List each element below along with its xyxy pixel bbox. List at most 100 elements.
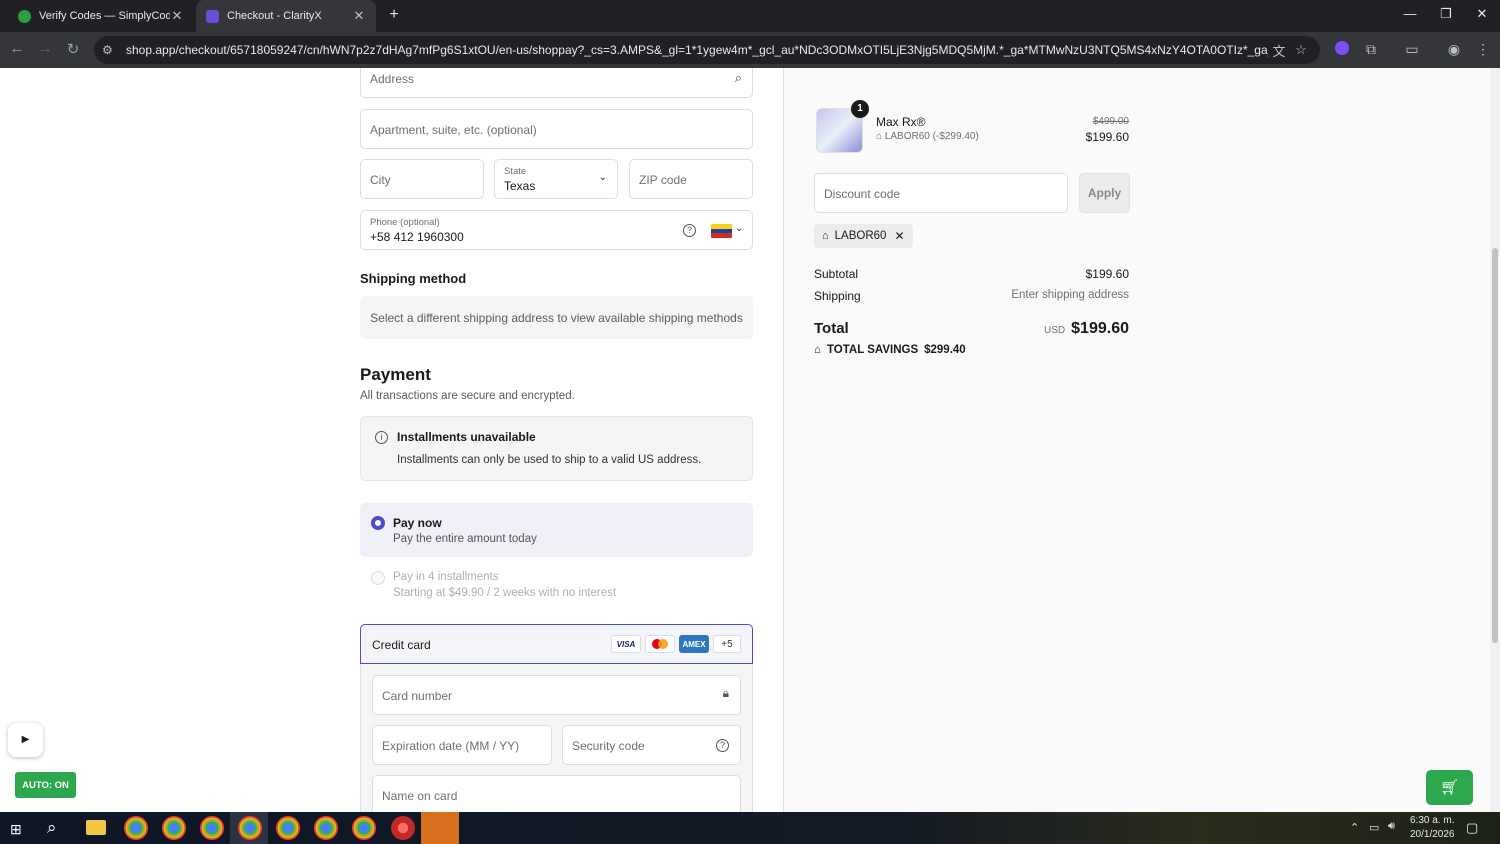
shipping-method-notice-text: Select a different shipping address to v… xyxy=(370,310,743,325)
quantity-badge: 1 xyxy=(851,100,869,118)
savings-label: TOTAL SAVINGS xyxy=(826,344,919,356)
minimize-button[interactable]: — xyxy=(1398,6,1422,21)
name-on-card-field[interactable]: Name on card xyxy=(372,775,741,812)
product-discount: ⌂ LABOR60 (-$299.40) xyxy=(876,131,979,142)
pay-now-radio[interactable] xyxy=(371,516,385,530)
app-icon[interactable] xyxy=(421,812,459,844)
chrome-icon[interactable] xyxy=(352,816,376,840)
currency-label: USD xyxy=(1044,325,1066,336)
pay-installments-option[interactable]: Pay in 4 installments Starting at $49.90… xyxy=(360,563,753,605)
chevron-down-icon: ⌄ xyxy=(598,172,607,183)
close-window-button[interactable]: ✕ xyxy=(1470,6,1494,22)
cart-icon[interactable]: 🛒︎ xyxy=(1426,770,1473,805)
card-number-placeholder: Card number xyxy=(382,689,453,703)
zip-field[interactable]: ZIP code xyxy=(629,159,753,199)
network-icon[interactable]: ▭ xyxy=(1369,821,1379,834)
clock-time[interactable]: 6:30 a. m. xyxy=(1410,815,1454,826)
back-button[interactable]: ← xyxy=(6,40,28,57)
new-tab-button[interactable]: + xyxy=(384,6,404,24)
total-amount: USD $199.60 xyxy=(1044,320,1129,338)
menu-icon[interactable]: ⋮ xyxy=(1472,41,1494,58)
credit-card-option[interactable]: Credit card VISA AMEX +5 xyxy=(360,624,753,664)
country-chevron-down-icon[interactable]: ⌄ xyxy=(735,223,743,234)
tab-checkout[interactable]: Checkout - ClarityX ✕ xyxy=(196,0,376,32)
reload-button[interactable]: ↻ xyxy=(62,40,84,58)
side-panel-icon[interactable]: ▭ xyxy=(1401,41,1423,58)
applied-code-text: LABOR60 xyxy=(834,230,887,242)
tag-icon: ⌂ xyxy=(822,230,829,242)
city-field[interactable]: City xyxy=(360,159,484,199)
expiry-field[interactable]: Expiration date (MM / YY) xyxy=(372,725,552,765)
subtotal-value: $199.60 xyxy=(1085,267,1129,281)
volume-icon[interactable]: 🔊︎ xyxy=(1388,820,1395,833)
restore-button[interactable]: ❐ xyxy=(1434,6,1458,22)
apartment-field[interactable]: Apartment, suite, etc. (optional) xyxy=(360,109,753,149)
chrome-icon[interactable] xyxy=(162,816,186,840)
forward-button[interactable]: → xyxy=(34,40,56,57)
checkout-page: Address ⌕ Apartment, suite, etc. (option… xyxy=(0,68,1490,812)
windows-start-icon[interactable]: ⊞ xyxy=(10,821,22,838)
play-icon[interactable]: ▶ xyxy=(8,723,43,757)
site-info-icon[interactable]: ⚙ xyxy=(102,43,122,57)
notifications-icon[interactable]: ▢ xyxy=(1466,820,1478,836)
app-icon[interactable] xyxy=(391,816,415,840)
apply-button[interactable]: Apply xyxy=(1079,173,1130,213)
chrome-icon[interactable] xyxy=(314,816,338,840)
auto-toggle-button[interactable]: AUTO: ON xyxy=(15,772,76,798)
bookmark-star-icon[interactable]: ☆ xyxy=(1290,42,1312,58)
shipping-method-notice: Select a different shipping address to v… xyxy=(360,296,753,339)
mastercard-icon xyxy=(645,635,675,653)
address-field[interactable]: Address ⌕ xyxy=(360,68,753,98)
profile-icon[interactable]: ◉ xyxy=(1443,41,1465,58)
clock-date[interactable]: 20/1/2026 xyxy=(1410,829,1455,840)
clarityx-favicon-icon xyxy=(206,9,219,23)
info-icon: i xyxy=(375,431,388,444)
help-icon[interactable]: ? xyxy=(683,224,696,237)
pay-now-option[interactable]: Pay now Pay the entire amount today xyxy=(360,503,753,557)
apartment-placeholder: Apartment, suite, etc. (optional) xyxy=(370,123,537,137)
total-value: $199.60 xyxy=(1071,320,1129,337)
file-explorer-icon[interactable] xyxy=(86,820,106,835)
tab-verify-codes[interactable]: Verify Codes — SimplyCodes ✕ xyxy=(8,0,194,32)
browser-tab-bar: Verify Codes — SimplyCodes ✕ Checkout - … xyxy=(0,0,1500,32)
venezuela-flag-icon[interactable] xyxy=(711,224,732,238)
product-name: Max Rx® xyxy=(876,115,926,129)
payment-subtext: All transactions are secure and encrypte… xyxy=(360,390,575,402)
security-code-placeholder: Security code xyxy=(572,739,645,753)
close-tab-icon[interactable]: ✕ xyxy=(170,8,184,24)
extensions-puzzle-icon[interactable]: ⧉ xyxy=(1360,41,1382,58)
shipping-method-heading: Shipping method xyxy=(360,271,467,286)
security-code-field[interactable]: Security code ? xyxy=(562,725,741,765)
scrollbar-thumb[interactable] xyxy=(1492,248,1498,643)
url-text: shop.app/checkout/65718059247/cn/hWN7p2z… xyxy=(126,43,1268,57)
applied-discount-tag: ⌂ LABOR60 ✕ xyxy=(814,224,913,248)
chrome-icon[interactable] xyxy=(238,816,262,840)
phone-label: Phone (optional) xyxy=(370,217,440,228)
extension-icon[interactable] xyxy=(1331,41,1353,58)
phone-field[interactable]: Phone (optional) +58 412 1960300 ? ⌄ xyxy=(360,210,753,250)
phone-value: +58 412 1960300 xyxy=(370,230,464,244)
tray-chevron-icon[interactable]: ⌃ xyxy=(1350,821,1359,834)
help-icon[interactable]: ? xyxy=(716,739,729,752)
close-tab-icon[interactable]: ✕ xyxy=(352,8,366,24)
tab-title: Verify Codes — SimplyCodes xyxy=(39,10,170,22)
chrome-icon[interactable] xyxy=(276,816,300,840)
total-savings: ⌂ TOTAL SAVINGS $299.40 xyxy=(814,344,966,356)
chrome-icon[interactable] xyxy=(200,816,224,840)
tab-title: Checkout - ClarityX xyxy=(227,10,322,22)
remove-discount-icon[interactable]: ✕ xyxy=(894,229,904,243)
chrome-icon[interactable] xyxy=(124,816,148,840)
subtotal-label: Subtotal xyxy=(814,267,859,281)
card-number-field[interactable]: Card number 🔒︎ xyxy=(372,675,741,715)
discount-code-field[interactable]: Discount code xyxy=(814,173,1068,213)
state-select[interactable]: State Texas ⌄ xyxy=(494,159,618,199)
scrollbar[interactable] xyxy=(1490,68,1500,812)
search-icon[interactable]: ⌕ xyxy=(47,818,57,838)
installments-title: Installments unavailable xyxy=(397,430,536,444)
translate-icon[interactable]: 文 xyxy=(1268,41,1290,60)
product-discount-text: LABOR60 (-$299.40) xyxy=(884,131,979,142)
payment-heading: Payment xyxy=(360,365,431,384)
pay-installments-radio[interactable] xyxy=(371,571,385,585)
address-bar[interactable]: ⚙ shop.app/checkout/65718059247/cn/hWN7p… xyxy=(94,36,1320,64)
more-cards-badge: +5 xyxy=(713,635,741,653)
